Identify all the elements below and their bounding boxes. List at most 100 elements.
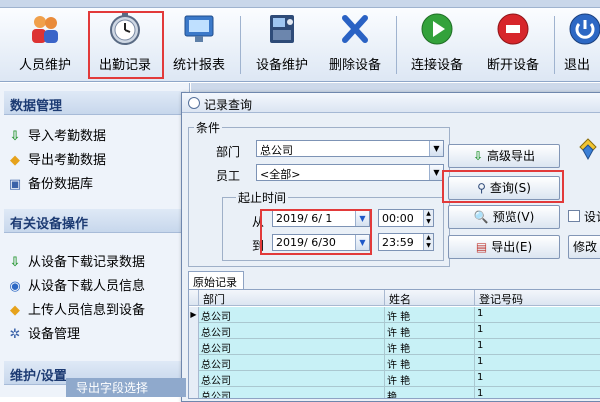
nav-import-attendance[interactable]: ⇩ 导入考勤数据: [8, 125, 106, 144]
table-row[interactable]: 总公司 许 艳 1: [189, 323, 600, 339]
table-row[interactable]: 总公司 许 艳 1: [189, 355, 600, 371]
toolbar-separator: [554, 16, 555, 74]
grid-corner: [189, 290, 199, 306]
cell-dept: 总公司: [199, 355, 385, 371]
delete-x-icon: [338, 12, 372, 46]
cell-id: 1: [475, 339, 600, 355]
cell-id: 1: [475, 355, 600, 371]
export-button[interactable]: ▤ 导出(E): [448, 235, 560, 259]
employee-value: <全部>: [260, 168, 301, 181]
row-header: [189, 323, 199, 339]
button-label: 预览(V): [492, 210, 535, 224]
settings-checkbox-label: 设计: [584, 210, 600, 224]
toolbar-label: 连接设备: [410, 58, 463, 73]
toolbar-connect-button[interactable]: 连接设备: [402, 10, 472, 78]
toolbar-delete-device-button[interactable]: 删除设备: [322, 10, 388, 78]
cell-id: 1: [475, 307, 600, 323]
stop-icon: [496, 12, 530, 46]
dropdown-arrow-icon[interactable]: ▼: [429, 165, 443, 180]
to-time-spinner[interactable]: 23:59 ▲ ▼: [378, 233, 434, 251]
top-menu-strip: [0, 0, 600, 8]
to-time-value: 23:59: [382, 236, 414, 249]
employee-label: 员工: [216, 169, 241, 183]
toolbar-label: 人员维护: [18, 58, 71, 73]
exit-icon: [568, 12, 600, 46]
cell-dept: 总公司: [199, 307, 385, 323]
nav-backup-db[interactable]: ▣ 备份数据库: [8, 173, 93, 192]
nav-label: 从设备下载人员信息: [28, 279, 146, 294]
nav-label: 从设备下载记录数据: [28, 255, 146, 270]
from-time-spinner[interactable]: 00:00 ▲ ▼: [378, 209, 434, 227]
nav-download-records[interactable]: ⇩ 从设备下载记录数据: [8, 251, 145, 270]
toolbar-report-button[interactable]: 统计报表: [164, 10, 234, 78]
import-arrow-icon: ⇩: [9, 129, 21, 144]
toolbar-exit-button[interactable]: 退出: [560, 10, 600, 78]
tab-raw-records[interactable]: 原始记录: [188, 271, 244, 289]
nav-device-manage[interactable]: ✲ 设备管理: [8, 323, 80, 342]
highlight-box-query: [442, 170, 564, 203]
advanced-export-button[interactable]: ⇩ 高级导出: [448, 144, 560, 168]
settings-checkbox[interactable]: [568, 210, 580, 222]
download-circle-icon: ◉: [9, 279, 21, 294]
nav-label: 备份数据库: [28, 177, 94, 192]
export-fields-hint[interactable]: 导出字段选择: [66, 378, 186, 397]
toolbar-label: 统计报表: [172, 58, 225, 73]
records-grid: 部门 姓名 登记号码 ▶ 总公司 许 艳 1 总公司 许 艳 1 总公司 许 艳…: [188, 289, 600, 399]
button-label: 修改: [573, 240, 598, 254]
toolbar-label: 断开设备: [486, 58, 539, 73]
device-icon: [265, 12, 299, 46]
nav-label: 上传人员信息到设备: [28, 303, 146, 318]
cell-dept: 总公司: [199, 387, 385, 398]
employee-select[interactable]: <全部> ▼: [256, 164, 444, 181]
cell-id: 1: [475, 371, 600, 387]
dialog-title-icon: [188, 97, 200, 109]
gear-icon: ✲: [9, 327, 21, 342]
button-label: 高级导出: [487, 149, 536, 163]
toolbar-label: 删除设备: [328, 58, 381, 73]
column-header-dept[interactable]: 部门: [199, 290, 385, 306]
highlight-box-attendance: [88, 11, 164, 79]
dept-label: 部门: [216, 145, 241, 159]
nav-upload-users[interactable]: ◆ 上传人员信息到设备: [8, 299, 145, 318]
nav-label: 导出考勤数据: [28, 153, 107, 168]
table-row[interactable]: 总公司 许 艳 1: [189, 339, 600, 355]
table-row[interactable]: 总公司 艳 1: [189, 387, 600, 398]
main-toolbar: 人员维护 出勤记录 统计报表 设备维护 删除设备 连接设备 断开设备 退出: [0, 8, 600, 82]
row-header: [189, 387, 199, 398]
spin-arrows-icon[interactable]: ▲ ▼: [423, 234, 433, 250]
export-icon: ▤: [475, 240, 488, 254]
cell-name: 许 艳: [385, 371, 475, 387]
upload-diamond-icon: ◆: [10, 303, 20, 318]
export-diamond-icon: ◆: [10, 153, 20, 168]
toolbar-people-button[interactable]: 人员维护: [8, 10, 82, 78]
dropdown-arrow-icon[interactable]: ▼: [429, 141, 443, 156]
nav-export-attendance[interactable]: ◆ 导出考勤数据: [8, 149, 106, 168]
cell-id: 1: [475, 323, 600, 339]
modify-button[interactable]: 修改: [568, 235, 600, 259]
nav-download-users[interactable]: ◉ 从设备下载人员信息: [8, 275, 145, 294]
cell-name: 许 艳: [385, 355, 475, 371]
toolbar-separator: [240, 16, 241, 74]
column-header-name[interactable]: 姓名: [385, 290, 475, 306]
dept-value: 总公司: [260, 144, 293, 157]
play-icon: [420, 12, 454, 46]
cell-name: 许 艳: [385, 323, 475, 339]
table-row[interactable]: 总公司 许 艳 1: [189, 371, 600, 387]
cell-dept: 总公司: [199, 339, 385, 355]
table-row[interactable]: ▶ 总公司 许 艳 1: [189, 307, 600, 323]
record-query-dialog: 记录查询 条件 部门 总公司 ▼ 员工 <全部> ▼ 起止时间 从 2019/ …: [181, 92, 600, 402]
toolbar-disconnect-button[interactable]: 断开设备: [476, 10, 550, 78]
preview-button[interactable]: 🔍 预览(V): [448, 205, 560, 229]
spin-arrows-icon[interactable]: ▲ ▼: [423, 210, 433, 226]
column-header-id[interactable]: 登记号码: [475, 290, 600, 306]
backup-icon: ▣: [8, 177, 22, 192]
cell-name: 艳: [385, 387, 475, 398]
download-arrow-icon: ⇩: [9, 255, 21, 270]
dialog-title: 记录查询: [182, 93, 600, 113]
section-header-device: 有关设备操作: [4, 209, 186, 233]
toolbar-device-maint-button[interactable]: 设备维护: [246, 10, 318, 78]
from-time-value: 00:00: [382, 212, 414, 225]
toolbar-label: 设备维护: [255, 58, 308, 73]
info-diamond-icon: [578, 137, 598, 161]
dept-select[interactable]: 总公司 ▼: [256, 140, 444, 157]
